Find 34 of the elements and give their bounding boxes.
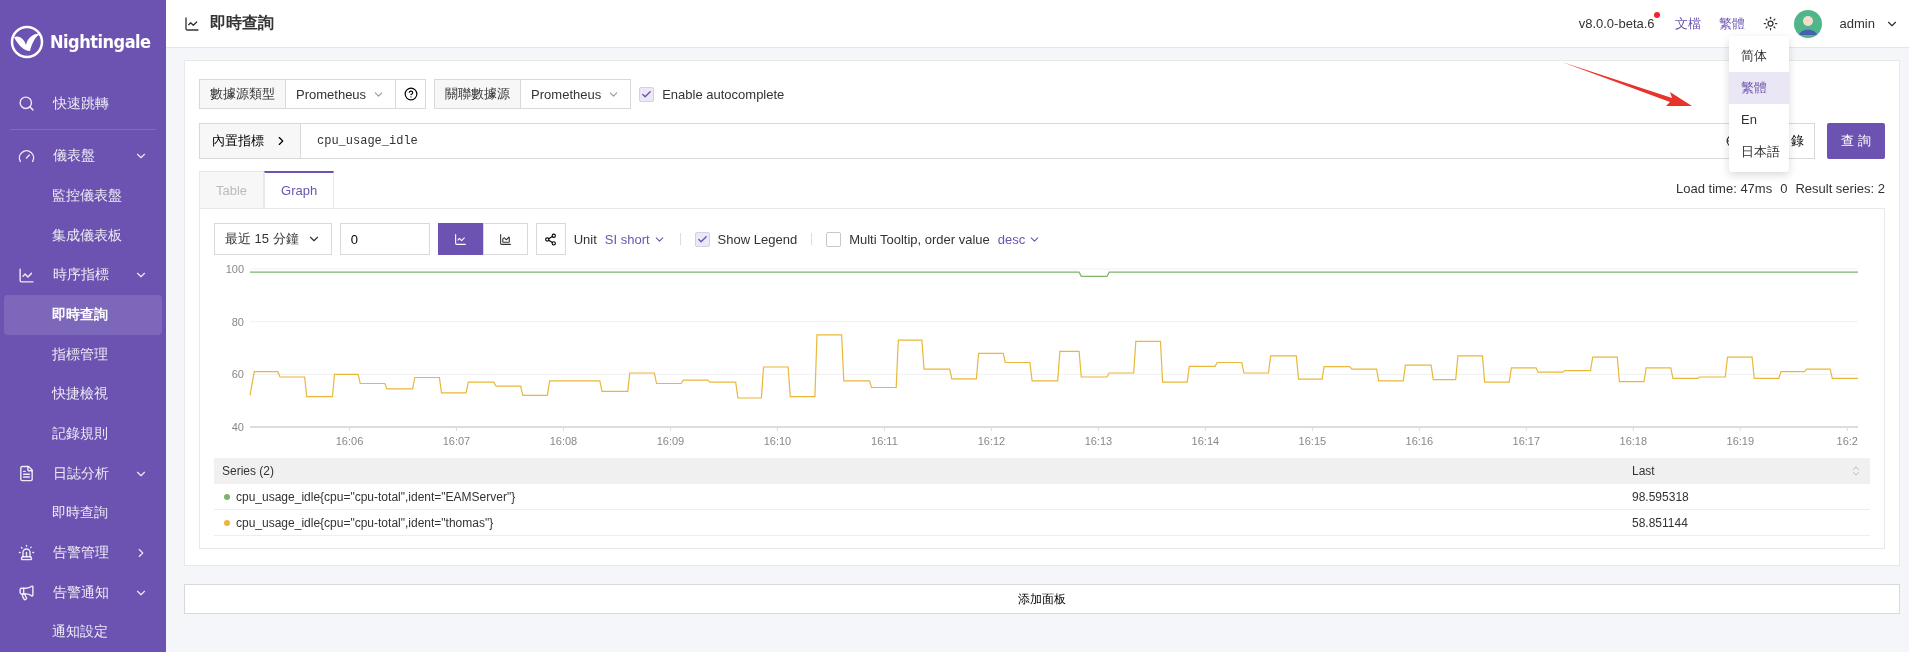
version-text: v8.0.0-beta.6	[1578, 16, 1655, 31]
page-title: 即時查詢	[210, 13, 275, 33]
checkbox-label: Show Legend	[717, 231, 798, 247]
x-tick-label: 16:11	[871, 435, 898, 447]
x-tick-label: 16:12	[977, 435, 1006, 447]
x-tick-label: 16:14	[1191, 435, 1220, 447]
checkbox-label: Enable autocomplete	[662, 86, 785, 102]
y-tick-label: 100	[225, 263, 244, 275]
x-tick-label: 16:16	[1405, 435, 1434, 447]
x-tick-label: 16:17	[1512, 435, 1541, 447]
y-tick-label: 80	[231, 315, 244, 328]
x-tick-label: 16:18	[1619, 435, 1648, 447]
x-tick-label: 16:08	[549, 435, 578, 447]
x-tick-label: 16:19	[1726, 435, 1755, 447]
checkbox-label: Multi Tooltip, order value	[849, 231, 990, 247]
stat-text: 0	[1780, 181, 1788, 196]
x-tick-label: 16:2	[1836, 435, 1858, 447]
y-tick-label: 60	[231, 368, 244, 381]
x-tick-label: 16:10	[763, 435, 792, 447]
last-value: 98.595318	[1631, 489, 1690, 504]
field-label: 關聯數據源	[434, 79, 522, 109]
x-tick-label: 16:06	[335, 435, 364, 447]
unit-label: Unit	[573, 231, 597, 247]
column-header: Series (2)	[221, 464, 275, 478]
last-value: 58.851144	[1631, 515, 1689, 530]
x-tick-label: 16:07	[442, 435, 471, 447]
x-tick-label: 16:13	[1084, 435, 1113, 447]
field-label: 數據源類型	[199, 79, 286, 109]
logo-text: Nightingale	[50, 31, 151, 53]
y-tick-label: 40	[231, 421, 244, 433]
x-tick-label: 16:09	[656, 435, 685, 447]
stat-text: Load time: 47ms	[1676, 181, 1773, 196]
stat-text: Result series: 2	[1795, 181, 1885, 196]
x-tick-label: 16:15	[1298, 435, 1327, 447]
